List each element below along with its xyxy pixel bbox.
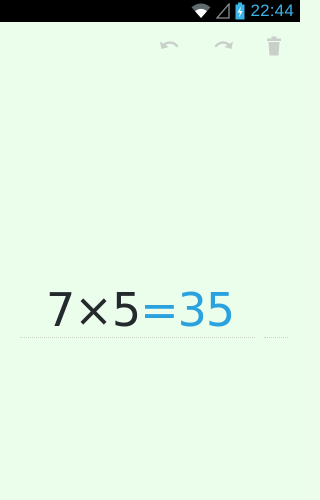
toolbar (0, 22, 300, 72)
undo-icon (159, 38, 181, 58)
wifi-icon (191, 3, 211, 19)
expression-display[interactable]: 7×5=35 (46, 282, 236, 338)
calculator-screen: 22:44 7×5=35 (0, 0, 300, 500)
status-bar: 22:44 (0, 0, 300, 22)
battery-charging-icon (235, 2, 245, 20)
undo-button[interactable] (156, 35, 184, 61)
equals-sign: = (140, 283, 179, 337)
status-clock: 22:44 (250, 1, 294, 20)
operand-2: 5 (111, 283, 141, 337)
input-underline (20, 337, 255, 338)
operator: × (74, 283, 113, 337)
operand-1: 7 (46, 283, 75, 337)
redo-button[interactable] (209, 35, 237, 61)
expression-row: 7×5=35 (0, 276, 300, 342)
input-underline-end (264, 337, 288, 338)
signal-icon (216, 3, 231, 19)
delete-button[interactable] (260, 35, 288, 61)
result-value: 35 (177, 283, 236, 337)
delete-icon (266, 36, 282, 60)
redo-icon (212, 38, 234, 58)
